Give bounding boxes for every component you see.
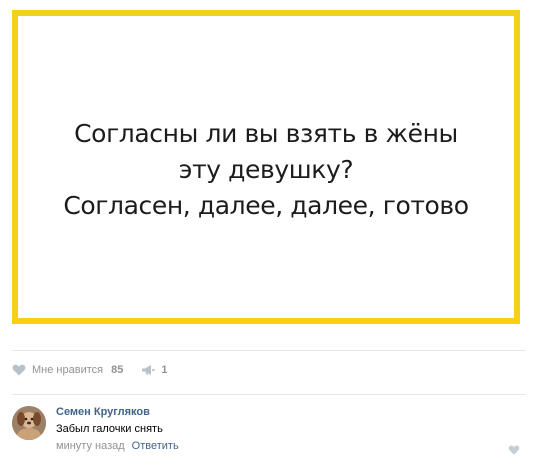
user-avatar-icon (12, 406, 46, 440)
quote-line-2: эту девушку? (178, 155, 354, 184)
quote-line-3: Согласен, далее, далее, готово (63, 191, 469, 220)
heart-icon (12, 364, 26, 376)
repost-count: 1 (161, 364, 168, 376)
like-count: 85 (111, 364, 124, 376)
like-button[interactable]: Мне нравится 85 (12, 364, 123, 376)
reply-button[interactable]: Ответить (132, 440, 179, 452)
comment-like-button[interactable] (508, 442, 520, 460)
quote-line-1: Согласны ли вы взять в жёны (74, 119, 458, 148)
post-image[interactable]: Согласны ли вы взять в жёны эту девушку?… (12, 10, 520, 324)
comment-item: Семен Кругляков Забыл галочки снять мину… (12, 402, 526, 462)
post-image-text: Согласны ли вы взять в жёны эту девушку?… (63, 116, 469, 224)
post-actions: Мне нравится 85 1 (12, 360, 167, 380)
comment-text: Забыл галочки снять (56, 423, 163, 435)
repost-button[interactable]: 1 (141, 364, 167, 376)
comments-divider (12, 394, 526, 395)
comment-meta: минуту назад Ответить (56, 440, 179, 452)
comment-time[interactable]: минуту назад (56, 440, 125, 452)
heart-icon (508, 445, 520, 455)
comment-author-link[interactable]: Семен Кругляков (56, 406, 150, 418)
like-label: Мне нравится (32, 364, 104, 376)
post-divider (12, 350, 526, 351)
megaphone-icon (142, 365, 155, 375)
avatar[interactable] (12, 406, 46, 440)
